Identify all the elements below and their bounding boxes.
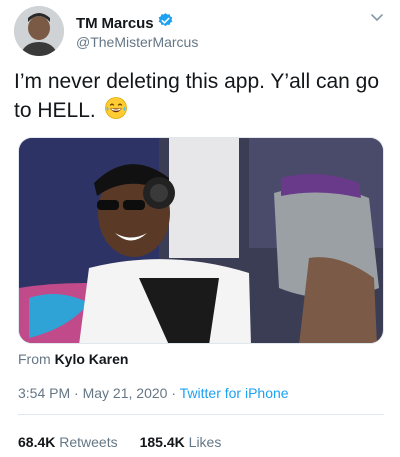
tweet-header: TM Marcus @TheMisterMarcus xyxy=(14,6,386,56)
tweet-timestamp-row: 3:54 PM · May 21, 2020 · Twitter for iPh… xyxy=(18,385,289,401)
divider xyxy=(18,414,384,415)
name-row: TM Marcus xyxy=(76,12,174,34)
avatar[interactable] xyxy=(14,6,64,56)
likes-stat[interactable]: 185.4K Likes xyxy=(140,434,222,450)
engagement-stats: 68.4K Retweets 185.4K Likes xyxy=(18,434,221,450)
retweets-label: Retweets xyxy=(59,434,118,450)
display-name[interactable]: TM Marcus xyxy=(76,15,154,32)
tweet-text: I’m never deleting this app. Y’all can g… xyxy=(14,68,384,128)
client-link[interactable]: Twitter for iPhone xyxy=(180,385,289,401)
retweets-count: 68.4K xyxy=(18,434,56,450)
face-with-tears-of-joy-icon xyxy=(104,96,128,128)
from-source-link[interactable]: Kylo Karen xyxy=(55,351,129,367)
tweet-body: I’m never deleting this app. Y’all can g… xyxy=(14,70,379,122)
tweet-media[interactable] xyxy=(18,137,384,344)
tweet-time[interactable]: 3:54 PM xyxy=(18,385,70,401)
verified-badge-icon xyxy=(157,12,174,34)
from-prefix: From xyxy=(18,351,51,367)
media-attribution: From Kylo Karen xyxy=(18,351,128,367)
retweets-stat[interactable]: 68.4K Retweets xyxy=(18,434,118,450)
separator-dot: · xyxy=(74,385,79,401)
handle[interactable]: @TheMisterMarcus xyxy=(76,34,198,50)
tweet-date[interactable]: May 21, 2020 xyxy=(83,385,168,401)
likes-count: 185.4K xyxy=(139,434,185,450)
likes-label: Likes xyxy=(188,434,222,450)
chevron-down-icon[interactable] xyxy=(368,8,386,26)
separator-dot: · xyxy=(171,385,176,401)
